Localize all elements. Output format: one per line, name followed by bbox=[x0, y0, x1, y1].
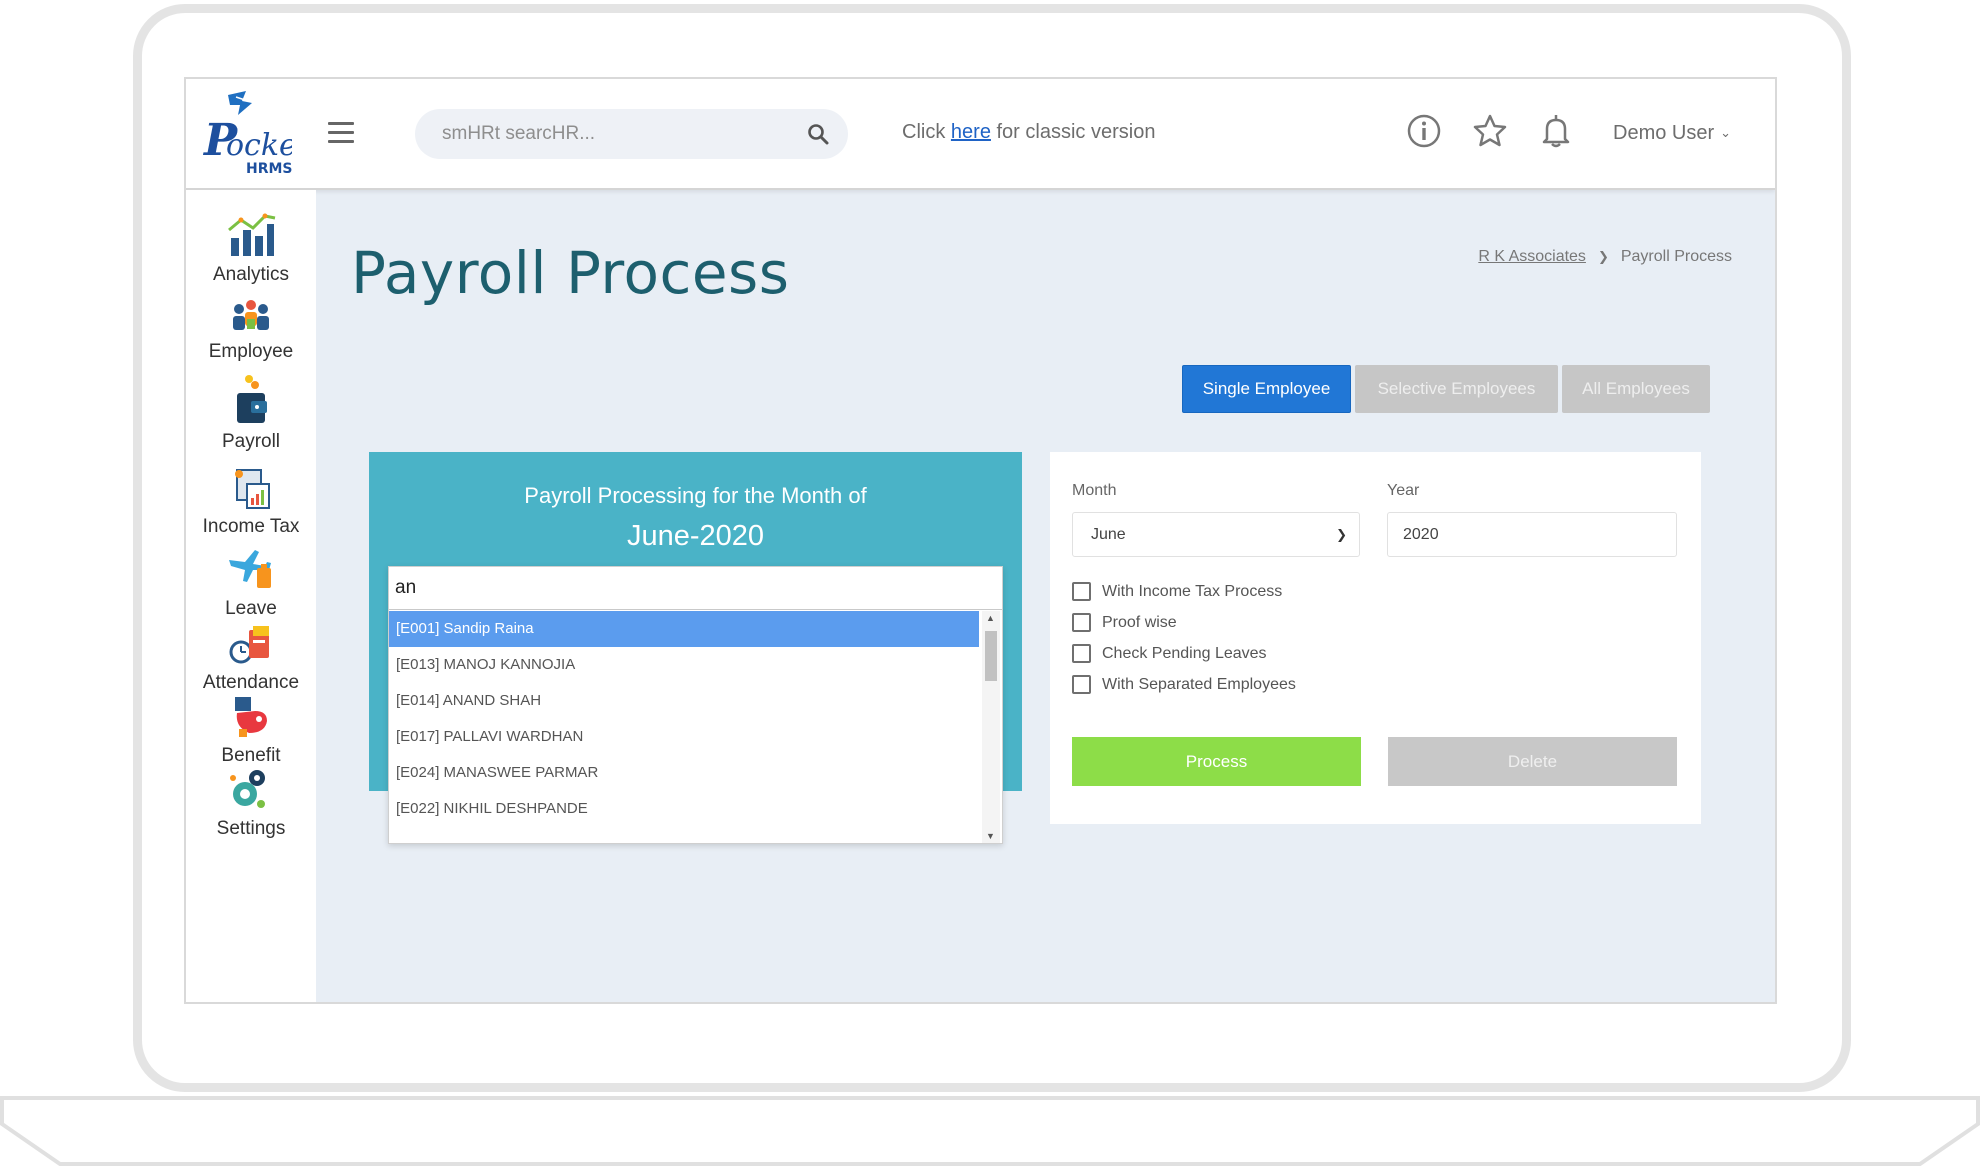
scroll-up-icon[interactable]: ▲ bbox=[986, 613, 995, 623]
sidebar-item-employee[interactable]: Employee bbox=[186, 299, 316, 363]
analytics-icon bbox=[228, 213, 276, 256]
selective-employees-button[interactable]: Selective Employees bbox=[1355, 365, 1558, 413]
employee-option-list: [E001] Sandip Raina [E013] MANOJ KANNOJI… bbox=[389, 611, 979, 843]
star-icon[interactable] bbox=[1471, 112, 1509, 150]
classic-version-link[interactable]: here bbox=[951, 121, 991, 143]
payroll-icon bbox=[237, 375, 267, 423]
month-card-subtitle: Payroll Processing for the Month of bbox=[524, 483, 867, 508]
employee-search-input[interactable] bbox=[389, 567, 1002, 610]
sidebar-item-benefit[interactable]: Benefit bbox=[186, 693, 316, 767]
bell-icon[interactable] bbox=[1537, 112, 1575, 150]
month-card-period: June-2020 bbox=[626, 520, 765, 552]
top-bar: P ocket HRMS Click here for classic vers… bbox=[186, 79, 1775, 190]
employee-option[interactable]: [E024] MANASWEE PARMAR bbox=[389, 755, 979, 791]
app-screen: P ocket HRMS Click here for classic vers… bbox=[184, 77, 1777, 1004]
sidebar-item-payroll[interactable]: Payroll bbox=[186, 371, 316, 453]
scrollbar-thumb[interactable] bbox=[985, 631, 997, 681]
global-search bbox=[415, 109, 848, 159]
checkbox[interactable] bbox=[1072, 644, 1091, 663]
search-icon[interactable] bbox=[806, 122, 830, 146]
scroll-down-icon[interactable]: ▼ bbox=[986, 831, 995, 841]
month-label: Month bbox=[1072, 482, 1117, 499]
laptop-base bbox=[0, 1094, 1980, 1167]
month-select[interactable]: June ❯ bbox=[1072, 512, 1360, 557]
all-employees-button[interactable]: All Employees bbox=[1562, 365, 1710, 413]
income-tax-icon bbox=[235, 469, 270, 509]
breadcrumb-parent-link[interactable]: R K Associates bbox=[1478, 248, 1586, 265]
delete-button[interactable]: Delete bbox=[1388, 737, 1677, 786]
proof-wise-checkbox-row[interactable]: Proof wise bbox=[1072, 613, 1177, 632]
sidebar-item-analytics[interactable]: Analytics bbox=[186, 212, 316, 286]
checkbox[interactable] bbox=[1072, 675, 1091, 694]
checkbox[interactable] bbox=[1072, 582, 1091, 601]
search-input[interactable] bbox=[415, 123, 806, 145]
svg-text:HRMS: HRMS bbox=[246, 161, 292, 175]
chevron-down-icon: ❯ bbox=[1336, 527, 1347, 542]
process-button[interactable]: Process bbox=[1072, 737, 1361, 786]
year-input[interactable] bbox=[1387, 512, 1677, 557]
single-employee-button[interactable]: Single Employee bbox=[1182, 365, 1351, 413]
breadcrumb: R K Associates ❯ Payroll Process bbox=[1478, 248, 1732, 266]
classic-version-text: Click here for classic version bbox=[902, 121, 1156, 143]
year-label: Year bbox=[1387, 482, 1420, 499]
with-income-tax-checkbox-row[interactable]: With Income Tax Process bbox=[1072, 582, 1282, 601]
sidebar: Analytics Employee Payroll Income Tax Le… bbox=[186, 190, 316, 1002]
settings-icon bbox=[230, 770, 265, 808]
breadcrumb-current: Payroll Process bbox=[1620, 248, 1732, 265]
sidebar-item-income-tax[interactable]: Income Tax bbox=[186, 464, 316, 538]
page-title: Payroll Process bbox=[351, 239, 790, 307]
payroll-options-card: Month Year June ❯ With Income Tax Proces… bbox=[1050, 452, 1701, 824]
checkbox[interactable] bbox=[1072, 613, 1091, 632]
chevron-down-icon: ⌄ bbox=[1720, 125, 1732, 140]
menu-toggle-icon[interactable] bbox=[328, 122, 354, 144]
employee-option[interactable]: [E013] MANOJ KANNOJIA bbox=[389, 647, 979, 683]
with-separated-employees-checkbox-row[interactable]: With Separated Employees bbox=[1072, 675, 1296, 694]
check-pending-leaves-checkbox-row[interactable]: Check Pending Leaves bbox=[1072, 644, 1267, 663]
svg-text:ocket: ocket bbox=[226, 128, 292, 163]
employee-option[interactable]: [E001] Sandip Raina bbox=[389, 611, 979, 647]
employee-option[interactable]: [E014] ANAND SHAH bbox=[389, 683, 979, 719]
employee-search-dropdown: [E001] Sandip Raina [E013] MANOJ KANNOJI… bbox=[388, 566, 1003, 844]
sidebar-item-attendance[interactable]: Attendance bbox=[186, 620, 316, 694]
pocket-hrms-logo[interactable]: P ocket HRMS bbox=[202, 89, 310, 177]
info-icon[interactable] bbox=[1405, 112, 1443, 150]
sidebar-item-settings[interactable]: Settings bbox=[186, 766, 316, 840]
employee-option[interactable]: [E017] PALLAVI WARDHAN bbox=[389, 719, 979, 755]
dropdown-scrollbar[interactable]: ▲ ▼ bbox=[982, 611, 1000, 843]
leave-icon bbox=[229, 550, 271, 588]
sidebar-item-leave[interactable]: Leave bbox=[186, 546, 316, 620]
employee-option[interactable]: [E022] NIKHIL DESHPANDE bbox=[389, 791, 979, 827]
benefit-icon bbox=[235, 697, 267, 737]
chevron-right-icon: ❯ bbox=[1597, 249, 1609, 264]
user-menu[interactable]: Demo User ⌄ bbox=[1613, 122, 1731, 145]
attendance-icon bbox=[229, 626, 269, 664]
employee-icon bbox=[233, 300, 269, 330]
